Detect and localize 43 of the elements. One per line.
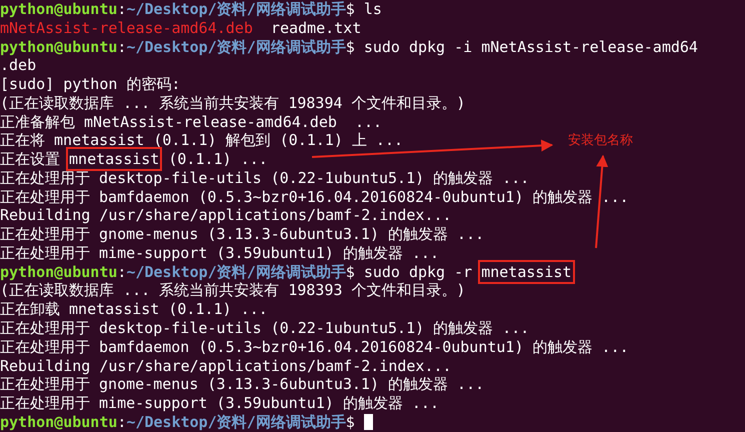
prompt-path: ~/Desktop/资料/网络调试助手 (126, 38, 346, 56)
output-text: Rebuilding /usr/share/applications/bamf-2.index... (0, 356, 452, 375)
output-text: 正在处理用于 mime-support (3.59ubuntu1) 的触发器 ... (0, 394, 439, 412)
command-text: sudo dpkg -r (364, 262, 474, 281)
prompt-symbol: $ (346, 262, 355, 281)
output-text: readme.txt (270, 18, 362, 37)
prompt-separator: : (117, 412, 126, 431)
command-text: sudo dpkg -i mNetAssist-release-amd64 (364, 38, 698, 56)
highlighted-command-text: mnetassist (481, 262, 572, 281)
output-text: [sudo] python 的密码: (0, 75, 180, 94)
prompt-symbol: $ (346, 38, 355, 56)
output-text: (正在读取数据库 ... 系统当前共安装有 198393 个文件和目录。) (0, 281, 466, 300)
prompt-user: python@ubuntu (0, 262, 118, 281)
output-text: 正在处理用于 bamfdaemon (0.5.3~bzr0+16.04.20160824-0ubuntu1) 的触发器 ... (0, 188, 629, 206)
prompt-separator: : (117, 38, 126, 56)
output-text: 正在处理用于 desktop-file-utils (0.22-1ubuntu5.1) 的触发器 ... (0, 319, 530, 338)
output-text: 正在处理用于 bamfdaemon (0.5.3~bzr0+16.04.20160824-0ubuntu1) 的触发器 ... (0, 338, 629, 356)
prompt-path: ~/Desktop/资料/网络调试助手 (126, 0, 346, 18)
prompt-user: python@ubuntu (0, 0, 118, 18)
command-text: ls (364, 0, 382, 18)
output-text: 正在处理用于 gnome-menus (3.13.3-6ubuntu3.1) 的触发器 ... (0, 225, 484, 244)
prompt-user: python@ubuntu (0, 412, 118, 431)
prompt-path: ~/Desktop/资料/网络调试助手 (126, 262, 346, 281)
output-text: 正在设置 (0, 150, 61, 168)
output-text: 正在处理用于 gnome-menus (3.13.3-6ubuntu3.1) 的触发器 ... (0, 375, 484, 394)
annotation-label: 安装包名称 (568, 133, 633, 149)
prompt-symbol: $ (346, 0, 355, 18)
output-text: Rebuilding /usr/share/applications/bamf-2.index... (0, 206, 452, 224)
output-text: mNetAssist-release-amd64.deb (0, 18, 253, 37)
output-text: 正在卸载 mnetassist (0.1.1) ... (0, 300, 268, 318)
output-text: (0.1.1) ... (167, 150, 268, 168)
output-text: 正在处理用于 mime-support (3.59ubuntu1) 的触发器 ... (0, 244, 439, 262)
prompt-symbol: $ (346, 412, 355, 431)
output-text: (正在读取数据库 ... 系统当前共安装有 198394 个文件和目录。) (0, 94, 466, 112)
output-text: 正在将 mnetassist (0.1.1) 解包到 (0.1.1) 上 ... (0, 131, 404, 150)
output-text: 正准备解包 mNetAssist-release-amd64.deb ... (0, 112, 382, 131)
output-text: .deb (0, 56, 36, 74)
prompt-separator: : (117, 0, 126, 18)
highlighted-output-text: mnetassist (69, 150, 160, 168)
prompt-path: ~/Desktop/资料/网络调试助手 (126, 412, 346, 431)
prompt-separator: : (117, 262, 126, 281)
prompt-user: python@ubuntu (0, 38, 118, 56)
output-text: 正在处理用于 desktop-file-utils (0.22-1ubuntu5.1) 的触发器 ... (0, 168, 530, 187)
